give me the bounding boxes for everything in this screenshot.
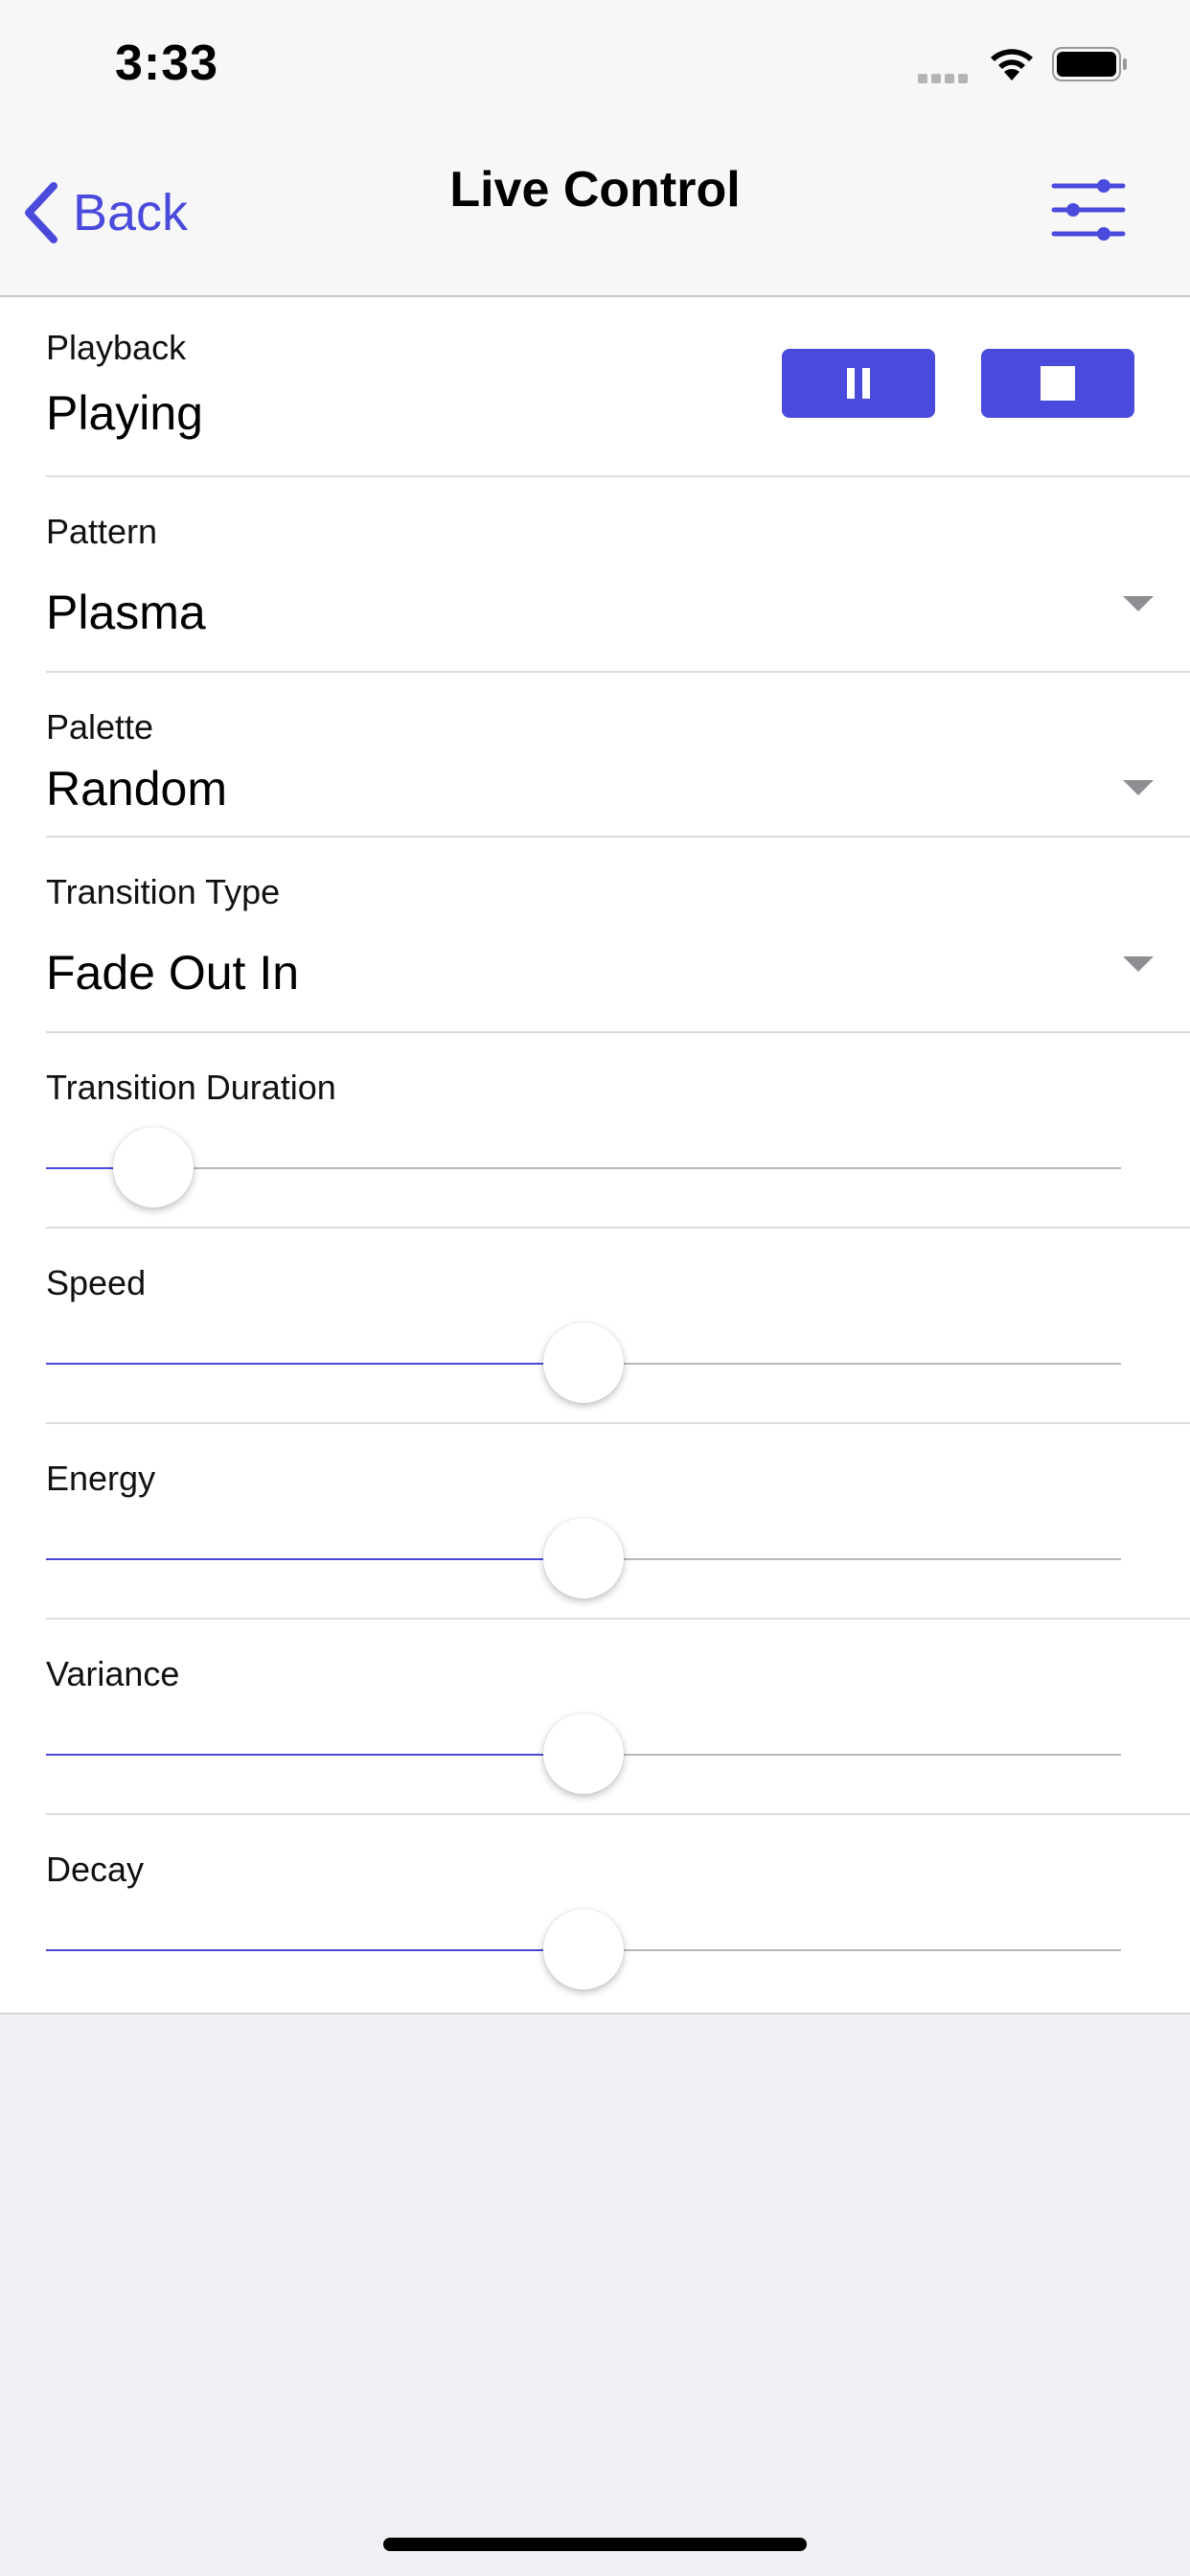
battery-icon [1052, 47, 1127, 81]
pause-button[interactable] [782, 349, 935, 418]
pattern-row[interactable]: Pattern Plasma [46, 477, 1190, 673]
palette-select[interactable]: Random [46, 761, 227, 816]
transition-duration-slider[interactable] [46, 1127, 1121, 1208]
palette-row[interactable]: Palette Random [46, 673, 1190, 838]
transition-duration-row: Transition Duration [46, 1033, 1190, 1229]
transition-type-dropdown-caret-icon[interactable] [1123, 956, 1154, 972]
slider-fill [46, 1363, 584, 1365]
palette-label: Palette [46, 707, 154, 747]
energy-slider[interactable] [46, 1518, 1121, 1598]
transition-type-label: Transition Type [46, 872, 281, 911]
speed-row: Speed [46, 1229, 1190, 1424]
variance-label: Variance [46, 1654, 180, 1693]
navigation-bar: Back Live Control [0, 126, 1190, 297]
control-list: Playback Playing Pattern Plasma Palette … [0, 297, 1190, 2014]
decay-slider[interactable] [46, 1909, 1121, 1990]
pattern-select[interactable]: Plasma [46, 585, 206, 640]
slider-thumb[interactable] [543, 1322, 624, 1403]
pattern-label: Pattern [46, 512, 158, 551]
slider-thumb[interactable] [543, 1909, 624, 1990]
page-title: Live Control [449, 162, 741, 218]
pause-icon [847, 368, 870, 399]
wifi-icon [991, 49, 1033, 80]
slider-fill [46, 1949, 584, 1951]
transition-duration-label: Transition Duration [46, 1068, 336, 1107]
slider-thumb[interactable] [543, 1714, 624, 1794]
palette-dropdown-caret-icon[interactable] [1123, 780, 1154, 795]
speed-label: Speed [46, 1263, 147, 1302]
home-indicator [383, 2538, 807, 2551]
cellular-signal-icon [918, 71, 973, 83]
speed-slider[interactable] [46, 1322, 1121, 1403]
transition-type-row[interactable]: Transition Type Fade Out In [46, 838, 1190, 1033]
status-time: 3:33 [115, 35, 219, 91]
stop-icon [1041, 366, 1075, 401]
variance-slider[interactable] [46, 1714, 1121, 1794]
pattern-dropdown-caret-icon[interactable] [1123, 596, 1154, 611]
playback-row: Playback Playing [46, 297, 1190, 477]
slider-fill [46, 1754, 584, 1756]
energy-row: Energy [46, 1424, 1190, 1620]
slider-thumb[interactable] [543, 1518, 624, 1598]
energy-label: Energy [46, 1459, 156, 1498]
decay-label: Decay [46, 1850, 145, 1889]
status-bar: 3:33 [0, 0, 1190, 126]
playback-label: Playback [46, 328, 187, 367]
playback-status: Playing [46, 386, 203, 440]
decay-row: Decay [46, 1815, 1190, 2011]
transition-type-select[interactable]: Fade Out In [46, 945, 299, 1000]
sliders-settings-icon[interactable] [1050, 176, 1127, 243]
variance-row: Variance [46, 1620, 1190, 1815]
stop-button[interactable] [981, 349, 1134, 418]
slider-fill [46, 1558, 584, 1560]
slider-thumb[interactable] [113, 1127, 195, 1208]
